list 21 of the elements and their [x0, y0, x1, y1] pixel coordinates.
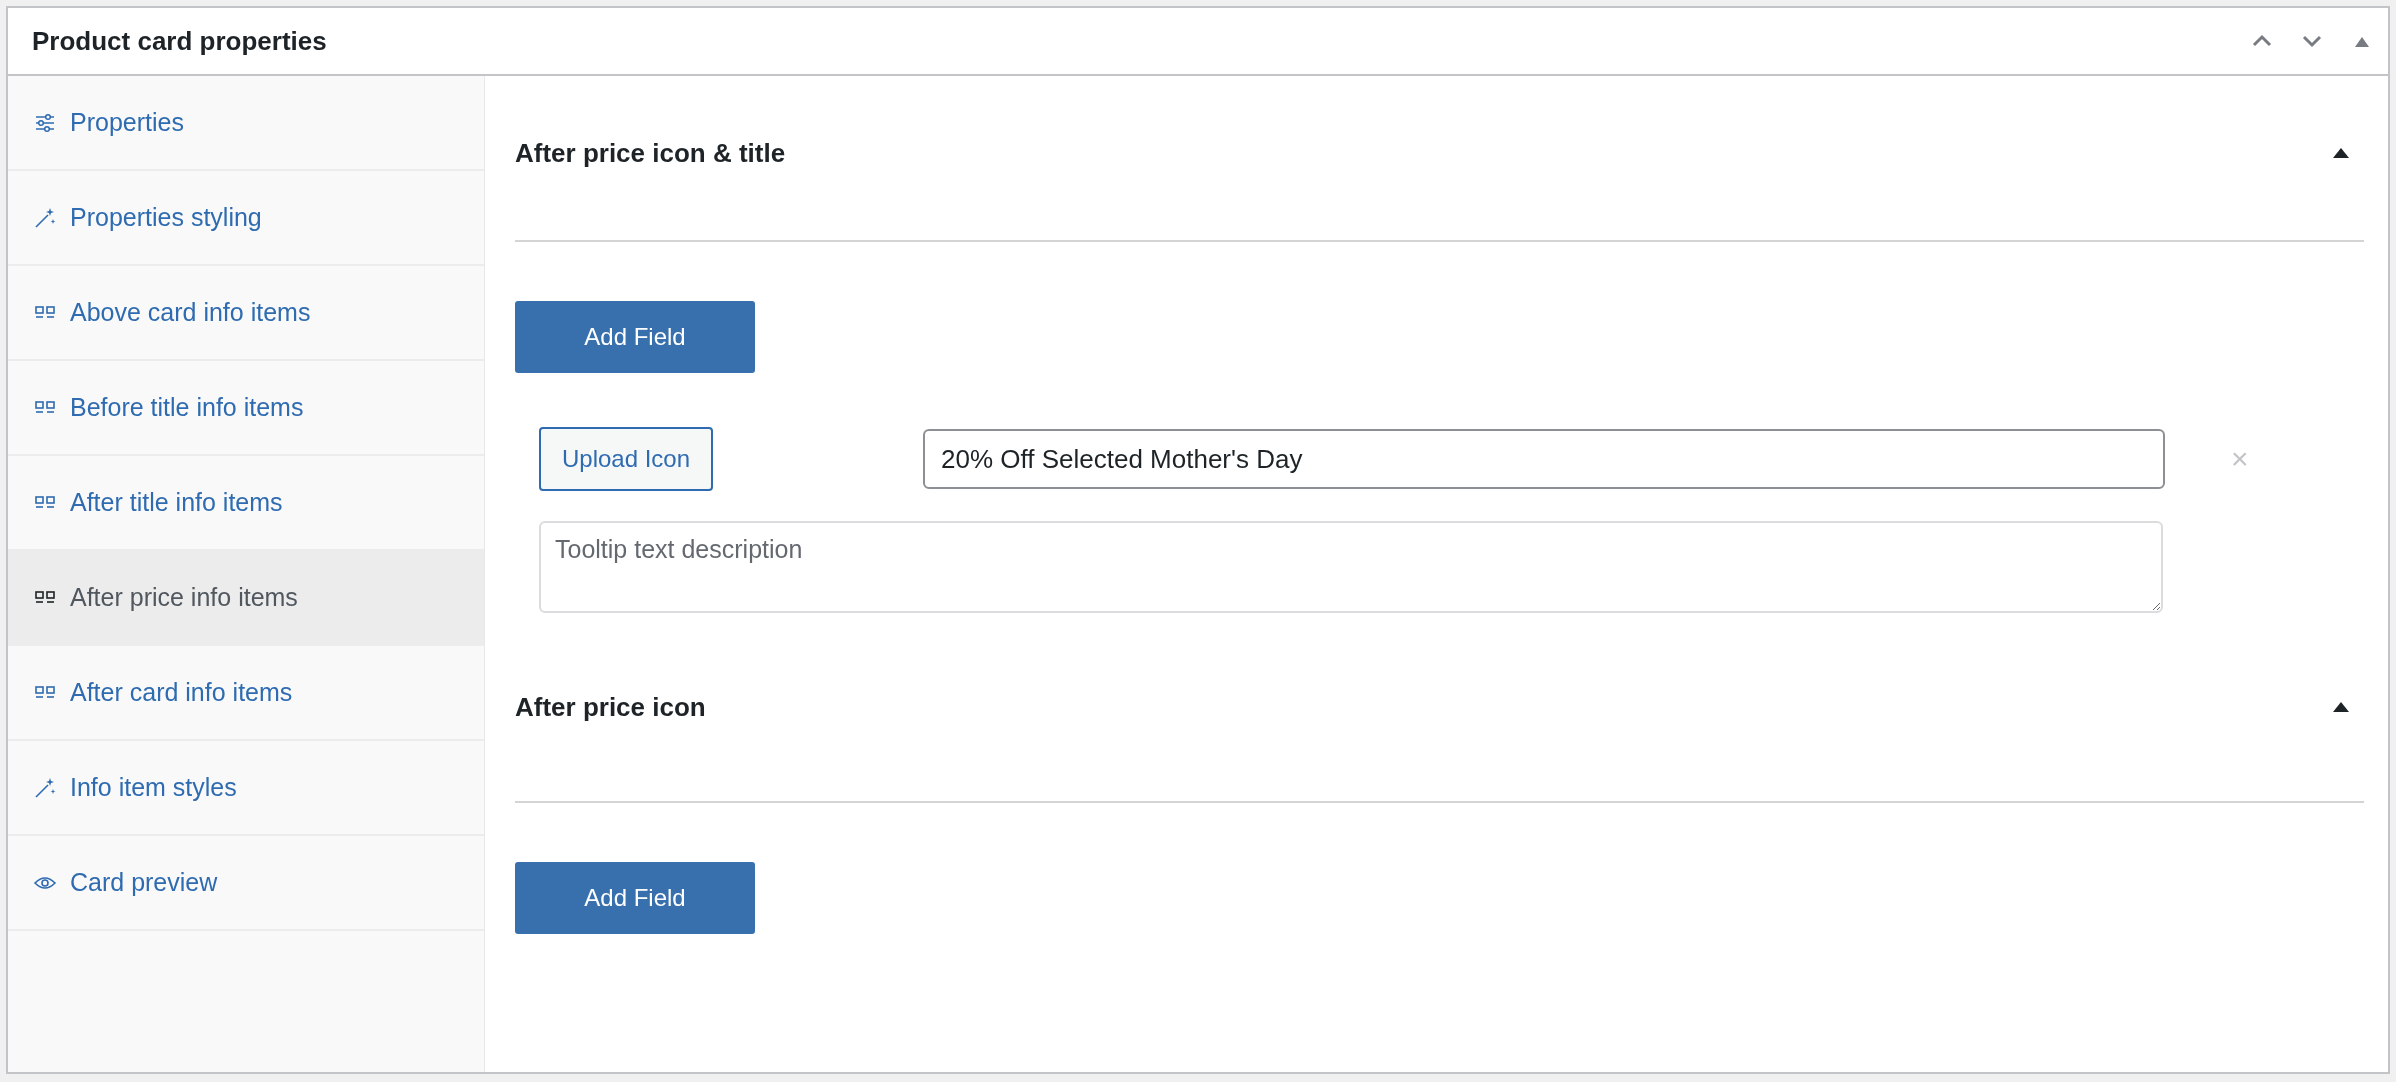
sidebar-item[interactable]: Above card info items [8, 266, 484, 361]
upload-icon-button[interactable]: Upload Icon [539, 427, 713, 491]
collapse-triangle-icon[interactable] [2330, 700, 2352, 714]
sidebar-item[interactable]: After card info items [8, 646, 484, 741]
sidebar-item[interactable]: Info item styles [8, 741, 484, 836]
collapse-triangle-icon[interactable] [2330, 146, 2352, 160]
sidebar-item[interactable]: Card preview [8, 836, 484, 931]
sidebar-item[interactable]: Before title info items [8, 361, 484, 456]
panel-title: Product card properties [32, 25, 327, 57]
sliders-icon [34, 111, 56, 134]
title-input-field[interactable]: 20% Off Selected Mother's Day [923, 429, 2165, 489]
sidebar-item[interactable]: Properties [8, 76, 484, 171]
section-title: After price icon [515, 691, 706, 723]
add-field-button[interactable]: Add Field [515, 862, 755, 934]
tooltip-textarea-field[interactable]: Tooltip text description [539, 521, 2163, 613]
magic-wand-icon [34, 206, 56, 229]
add-field-button[interactable]: Add Field [515, 301, 755, 373]
sidebar-item[interactable]: Properties styling [8, 171, 484, 266]
section-title: After price icon & title [515, 137, 786, 169]
sidebar-item[interactable]: After price info items [8, 551, 484, 646]
magic-wand-icon [34, 776, 56, 799]
